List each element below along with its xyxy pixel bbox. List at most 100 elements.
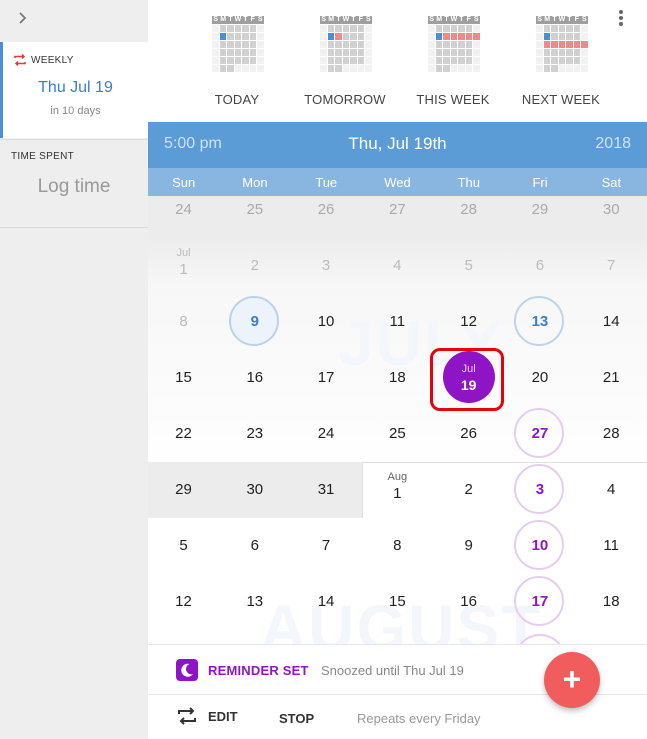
calendar-day[interactable]: 17 [291, 350, 362, 406]
calendar-day[interactable]: 16 [219, 350, 290, 406]
calendar-day[interactable]: 12 [148, 574, 219, 630]
calendar-day[interactable]: 12 [433, 294, 504, 350]
calendar-day[interactable]: 13 [504, 294, 575, 350]
calendar-day[interactable]: 29 [148, 462, 219, 518]
preset-next-week[interactable]: S M T W T F S NEXT WEEK [506, 16, 616, 116]
calendar-day[interactable]: 16 [433, 574, 504, 630]
calendar-day[interactable]: 9 [433, 518, 504, 574]
add-button[interactable]: + [544, 652, 600, 708]
calendar-day[interactable]: 5 [433, 238, 504, 294]
calendar-day[interactable]: 13 [219, 574, 290, 630]
calendar-day[interactable]: 26 [433, 406, 504, 462]
calendar-day[interactable]: 31 [291, 462, 362, 518]
calendar-day[interactable]: 28 [433, 196, 504, 238]
edit-button[interactable]: EDIT [176, 707, 238, 725]
calendar-day[interactable]: 7 [576, 238, 647, 294]
day-number: 26 [460, 425, 477, 442]
log-time-button[interactable]: Log time [0, 176, 148, 198]
repeat-icon [178, 707, 196, 725]
calendar-day[interactable]: 27 [362, 196, 433, 238]
calendar-day[interactable]: 14 [576, 294, 647, 350]
calendar-day[interactable]: 15 [362, 574, 433, 630]
stop-button[interactable]: STOP [279, 711, 314, 726]
day-number: 30 [246, 481, 264, 498]
header-year[interactable]: 2018 [595, 135, 631, 153]
calendar-day[interactable]: 11 [362, 294, 433, 350]
calendar-day[interactable]: 23 [219, 406, 290, 462]
calendar-day[interactable]: 4 [576, 462, 647, 518]
preset-label: TOMORROW [304, 92, 386, 107]
preset-bar: S M T W T F S TODAY S M T W T F S TOMORROW S M T W T F S THIS W… [148, 0, 647, 122]
calendar-day[interactable]: 21 [576, 350, 647, 406]
calendar-day[interactable]: 3 [291, 238, 362, 294]
calendar-day[interactable]: 8 [148, 294, 219, 350]
calendar-day[interactable]: 5 [148, 518, 219, 574]
calendar-day[interactable]: 10 [504, 518, 575, 574]
preset-this-week[interactable]: S M T W T F S THIS WEEK [398, 16, 508, 116]
calendar-day[interactable]: 25 [362, 406, 433, 462]
calendar-day[interactable]: 8 [362, 518, 433, 574]
calendar-day[interactable]: 28 [576, 406, 647, 462]
calendar-day[interactable]: 26 [291, 196, 362, 238]
day-number: 25 [389, 425, 406, 442]
calendar-day[interactable]: 27 [504, 406, 575, 462]
calendar-day[interactable]: 20 [504, 350, 575, 406]
preset-tomorrow[interactable]: S M T W T F S TOMORROW [290, 16, 400, 116]
day-number: 27 [389, 201, 406, 218]
calendar-day[interactable]: 6 [504, 238, 575, 294]
calendar-day[interactable]: 2 [433, 462, 504, 518]
chevron-right-icon[interactable] [12, 6, 34, 30]
calendar-day[interactable]: 18 [576, 574, 647, 630]
calendar-day[interactable]: 25 [219, 196, 290, 238]
calendar-day[interactable]: 2 [219, 238, 290, 294]
day-number: 5 [464, 257, 473, 274]
calendar-day[interactable]: Aug 1 [362, 462, 433, 518]
mini-calendar-icon: SMTWTFS [428, 16, 480, 80]
calendar-day[interactable]: 6 [219, 518, 290, 574]
day-number: 15 [389, 593, 406, 610]
weekly-date: Thu Jul 19 [38, 79, 113, 96]
calendar-day[interactable]: 30 [219, 462, 290, 518]
day-number: 4 [393, 257, 402, 274]
day-number: 12 [460, 313, 477, 330]
calendar-day[interactable]: 14 [291, 574, 362, 630]
calendar-day[interactable]: 15 [148, 350, 219, 406]
day-number: 3 [321, 257, 331, 274]
snoozed-until: Snoozed until Thu Jul 19 [321, 663, 464, 678]
calendar-day[interactable]: 4 [362, 238, 433, 294]
calendar-day[interactable]: 11 [576, 518, 647, 574]
sidebar: WEEKLY Thu Jul 19 in 10 days TIME SPENT … [0, 0, 148, 739]
day-number: 18 [389, 369, 406, 386]
repeat-icon [14, 53, 26, 67]
day-number: 21 [602, 369, 620, 386]
calendar-day[interactable]: 29 [504, 196, 575, 238]
day-number: 14 [317, 593, 335, 610]
edit-label: EDIT [208, 708, 238, 724]
calendar-day[interactable]: 24 [291, 406, 362, 462]
calendar-day[interactable]: 10 [291, 294, 362, 350]
day-number: 17 [531, 593, 549, 610]
day-number: 24 [317, 425, 335, 442]
calendar-day[interactable]: 9 [219, 294, 290, 350]
more-vert-icon[interactable] [616, 10, 626, 28]
time-spent-label: TIME SPENT [11, 151, 75, 162]
calendar-day[interactable]: 18 [362, 350, 433, 406]
weekly-reminder-card[interactable]: WEEKLY Thu Jul 19 in 10 days [0, 42, 148, 138]
calendar-day[interactable]: 24 [148, 196, 219, 238]
weekday-thu: Thu [457, 175, 480, 190]
weekly-label: WEEKLY [31, 54, 74, 66]
day-number: 27 [531, 425, 549, 442]
day-number: 17 [317, 369, 335, 386]
day-number: 11 [603, 537, 619, 554]
day-number: 5 [179, 537, 188, 554]
calendar-day[interactable]: 7 [291, 518, 362, 574]
calendar-day[interactable]: 3 [504, 462, 575, 518]
calendar-day[interactable]: Jul 1 [148, 238, 219, 294]
calendar-day[interactable]: 30 [576, 196, 647, 238]
calendar-grid: JULY AUGUST 24 25 26 27 28 29 30 Jul 1 2 3 4 5 6 7 8 9 10… [148, 196, 647, 644]
calendar-day[interactable]: 22 [148, 406, 219, 462]
calendar-day[interactable]: 17 [504, 574, 575, 630]
mini-calendar-icon: SMTWTFS [212, 16, 264, 80]
day-number: 7 [607, 257, 616, 274]
preset-today[interactable]: S M T W T F S TODAY [182, 16, 292, 116]
